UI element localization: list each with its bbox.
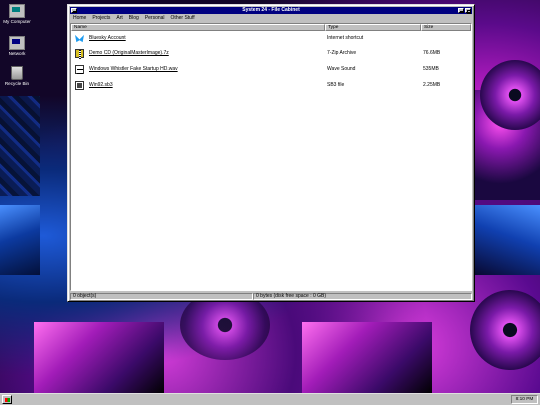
menu-art[interactable]: Art: [113, 15, 125, 22]
wallpaper-tile: [474, 205, 540, 275]
file-row[interactable]: Demo CD (OriginalMasterImage).7z 7-Zip A…: [71, 48, 471, 59]
system-tray-clock[interactable]: 8:10 PM: [511, 395, 538, 404]
column-header-type[interactable]: Type: [325, 24, 421, 31]
column-header-name[interactable]: Name: [71, 24, 325, 31]
file-row[interactable]: Bluesky Account Internet shortcut: [71, 33, 471, 44]
file-size: 535MB: [423, 66, 439, 72]
file-type: SB3 file: [327, 82, 345, 88]
recycle-bin-icon: [11, 66, 23, 80]
file-size: 76.6MB: [423, 50, 441, 56]
file-name[interactable]: Demo CD (OriginalMasterImage).7z: [89, 50, 169, 56]
wallpaper-disc: [470, 290, 540, 370]
desktop-icon-my-computer[interactable]: My Computer: [0, 4, 34, 24]
wallpaper-tile: [34, 322, 164, 393]
file-name[interactable]: Win92.sb3: [89, 82, 113, 88]
status-object-count: 0 object(s): [70, 293, 253, 300]
file-type: 7-Zip Archive: [327, 50, 357, 56]
file-row[interactable]: Windows Whistler Fake Startup HD.wav Wav…: [71, 64, 471, 75]
taskbar: 8:10 PM: [0, 393, 540, 405]
file-type: Wave Sound: [327, 66, 356, 72]
menu-home[interactable]: Home: [70, 15, 89, 22]
menu-projects[interactable]: Projects: [89, 15, 113, 22]
wallpaper-tile: [302, 322, 432, 393]
minimize-button[interactable]: [458, 8, 464, 13]
file-cabinet-window: System 24 - File Cabinet Home Projects A…: [67, 4, 475, 302]
menu-other-stuff[interactable]: Other Stuff: [168, 15, 198, 22]
file-size: 2.25MB: [423, 82, 441, 88]
menu-personal[interactable]: Personal: [142, 15, 168, 22]
window-titlebar[interactable]: System 24 - File Cabinet: [70, 7, 472, 14]
file-name[interactable]: Windows Whistler Fake Startup HD.wav: [89, 66, 178, 72]
zip-icon: [75, 49, 84, 59]
wave-sound-icon: [75, 65, 84, 74]
start-button[interactable]: [2, 395, 12, 404]
computer-icon: [9, 4, 25, 18]
file-row[interactable]: Win92.sb3 SB3 file 2.25MB: [71, 80, 471, 91]
column-header: Name Type Size: [71, 24, 471, 31]
file-type: Internet shortcut: [327, 35, 364, 41]
menu-blog[interactable]: Blog: [126, 15, 142, 22]
window-title: System 24 - File Cabinet: [242, 7, 300, 13]
menu-bar: Home Projects Art Blog Personal Other St…: [70, 15, 472, 22]
windows-flag-icon: [4, 397, 10, 402]
sb3-file-icon: [75, 81, 84, 90]
file-list: Name Type Size Bluesky Account Internet …: [70, 23, 472, 291]
butterfly-icon: [75, 34, 84, 43]
file-name[interactable]: Bluesky Account: [89, 35, 126, 41]
wallpaper-tile: [0, 96, 40, 196]
column-header-size[interactable]: Size: [421, 24, 471, 31]
wallpaper-tile: [0, 205, 40, 275]
maximize-button[interactable]: [465, 8, 471, 14]
desktop-icon-label: Recycle Bin: [4, 81, 30, 86]
status-disk-space: 0 bytes (disk free space : 0 GB): [253, 293, 472, 300]
desktop-icon-network[interactable]: Network: [0, 36, 34, 56]
desktop-icon-label: Network: [8, 51, 26, 56]
network-icon: [9, 36, 25, 50]
desktop-icon-recycle-bin[interactable]: Recycle Bin: [0, 66, 34, 86]
status-bar: 0 object(s) 0 bytes (disk free space : 0…: [70, 293, 472, 300]
desktop-icon-label: My Computer: [3, 19, 31, 24]
